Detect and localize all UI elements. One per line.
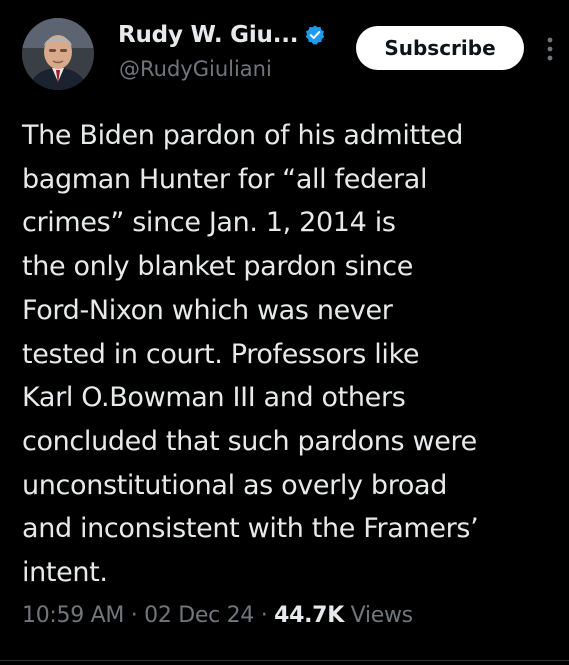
tweet-time[interactable]: 10:59 AM xyxy=(22,603,124,628)
verified-badge-icon xyxy=(304,24,326,46)
subscribe-button[interactable]: Subscribe xyxy=(356,26,524,70)
profile-photo xyxy=(22,18,94,90)
tweet-meta: 10:59 AM · 02 Dec 24 · 44.7K Views xyxy=(22,603,413,628)
tweet-text: The Biden pardon of his admitted bagman … xyxy=(22,120,479,589)
tweet-date[interactable]: 02 Dec 24 xyxy=(144,603,254,628)
author-display-name[interactable]: Rudy W. Giu... xyxy=(118,22,299,48)
divider xyxy=(0,660,569,661)
author-name-row[interactable]: Rudy W. Giu... xyxy=(118,22,326,48)
views-count[interactable]: 44.7K xyxy=(274,603,344,628)
more-vertical-icon[interactable] xyxy=(542,34,558,64)
meta-separator: · xyxy=(130,603,138,628)
author-handle[interactable]: @RudyGiuliani xyxy=(119,57,272,81)
avatar[interactable] xyxy=(22,18,94,90)
views-label: Views xyxy=(350,603,413,628)
meta-separator: · xyxy=(260,603,268,628)
